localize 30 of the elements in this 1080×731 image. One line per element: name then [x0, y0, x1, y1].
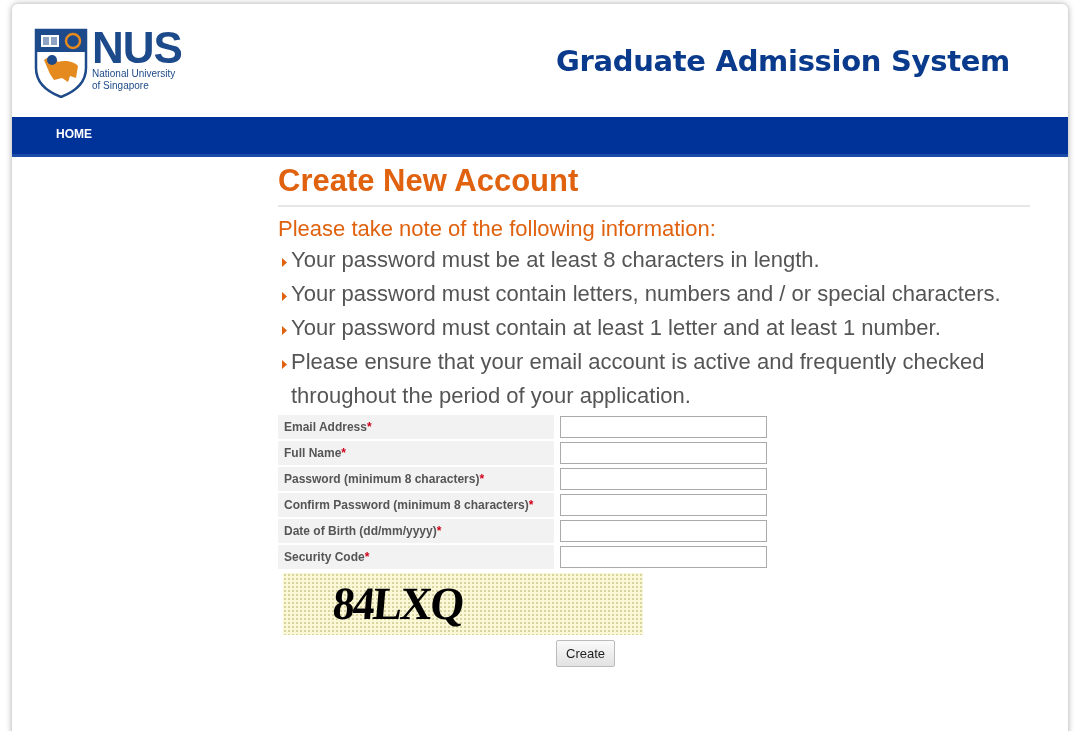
nav-link[interactable]: HOME — [56, 126, 92, 145]
bullet-icon — [282, 360, 287, 369]
field-label: Confirm Password (minimum 8 characters)* — [278, 493, 554, 517]
bullet-icon — [282, 258, 287, 267]
crest-icon — [34, 27, 88, 98]
notice-text: Your password must be at least 8 characters in length. — [291, 246, 820, 274]
input-field[interactable] — [560, 416, 767, 438]
notice-text: Please ensure that your email account is active and frequently checked throughout the period of your application. — [291, 348, 986, 410]
site-title: Graduate Admission System — [555, 43, 1010, 78]
field-label: Date of Birth (dd/mm/yyyy)* — [278, 519, 554, 543]
field-label: Full Name* — [278, 441, 554, 465]
page-heading: Create New Account — [278, 163, 1030, 207]
field-label: Email Address* — [278, 415, 554, 439]
field-label: Password (minimum 8 characters)* — [278, 467, 554, 491]
input-field[interactable] — [560, 546, 767, 568]
logo-subtitle: of Singapore — [92, 79, 150, 92]
notice-text: Your password must contain at least 1 letter and at least 1 number. — [291, 314, 941, 342]
field-label: Security Code* — [278, 545, 554, 569]
input-field[interactable] — [560, 520, 767, 542]
bullet-icon — [282, 326, 287, 335]
logo-subtitle: National University — [92, 67, 177, 80]
input-field[interactable] — [560, 442, 767, 464]
bullet-icon — [282, 292, 287, 301]
input-field[interactable] — [560, 468, 767, 490]
notice-title: Please take note of the following information: — [278, 215, 717, 243]
logo-wordmark: NUS — [92, 27, 182, 68]
captcha-image: 84LXQ — [283, 573, 643, 635]
input-field[interactable] — [560, 494, 767, 516]
notice-text: Your password must contain letters, numbers and / or special characters. — [291, 280, 1001, 308]
create-button[interactable]: Create — [556, 640, 616, 667]
